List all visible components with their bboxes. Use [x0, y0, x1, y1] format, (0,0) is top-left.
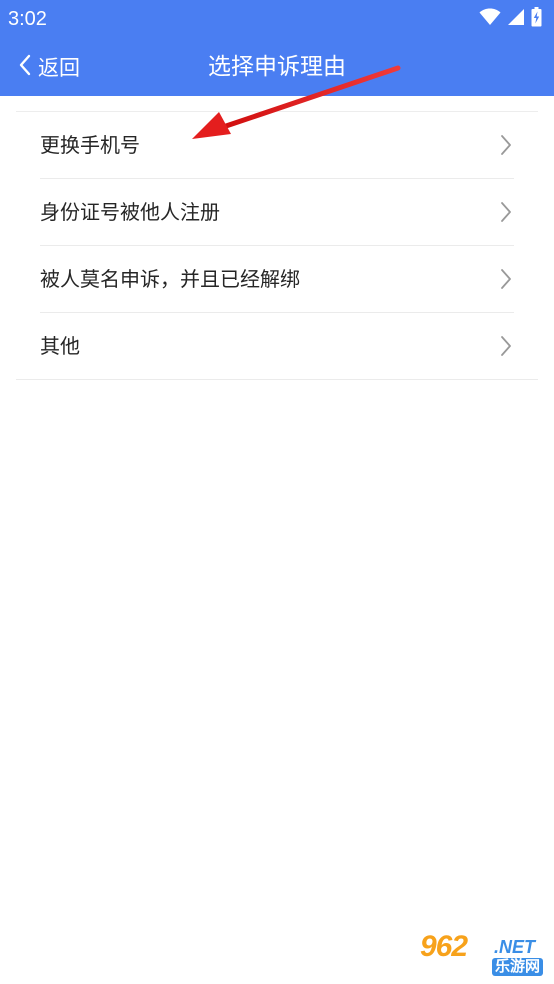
reason-label: 更换手机号 [40, 133, 140, 157]
watermark-logo: 962 .NET 乐游网 [412, 930, 550, 980]
nav-bar: 返回 选择申诉理由 [0, 38, 554, 96]
reason-item-unknown-appeal[interactable]: 被人莫名申诉，并且已经解绑 [16, 246, 538, 313]
status-bar: 3:02 [0, 0, 554, 38]
back-label: 返回 [38, 56, 80, 80]
page-title: 选择申诉理由 [208, 54, 346, 80]
chevron-left-icon [18, 54, 32, 80]
chevron-right-icon [500, 268, 512, 294]
reason-item-change-phone[interactable]: 更换手机号 [16, 112, 538, 179]
watermark-brand: 乐游网 [492, 958, 544, 976]
watermark-suffix: .NET [494, 937, 536, 957]
reason-label: 其他 [40, 334, 80, 358]
row-divider [16, 379, 538, 380]
reason-item-id-registered[interactable]: 身份证号被他人注册 [16, 179, 538, 246]
chevron-right-icon [500, 201, 512, 227]
status-icons [479, 7, 542, 31]
reason-label: 被人莫名申诉，并且已经解绑 [40, 267, 300, 291]
status-time: 3:02 [8, 8, 47, 30]
battery-charging-icon [531, 7, 542, 31]
wifi-icon [479, 8, 501, 30]
reason-label: 身份证号被他人注册 [40, 200, 220, 224]
signal-icon [507, 8, 525, 30]
chevron-right-icon [500, 335, 512, 361]
reason-list: 更换手机号 身份证号被他人注册 被人莫名申诉，并且已经解绑 其他 [16, 112, 538, 380]
back-button[interactable]: 返回 [18, 38, 80, 96]
reason-item-other[interactable]: 其他 [16, 313, 538, 380]
watermark-number: 962 [420, 930, 468, 963]
chevron-right-icon [500, 134, 512, 160]
